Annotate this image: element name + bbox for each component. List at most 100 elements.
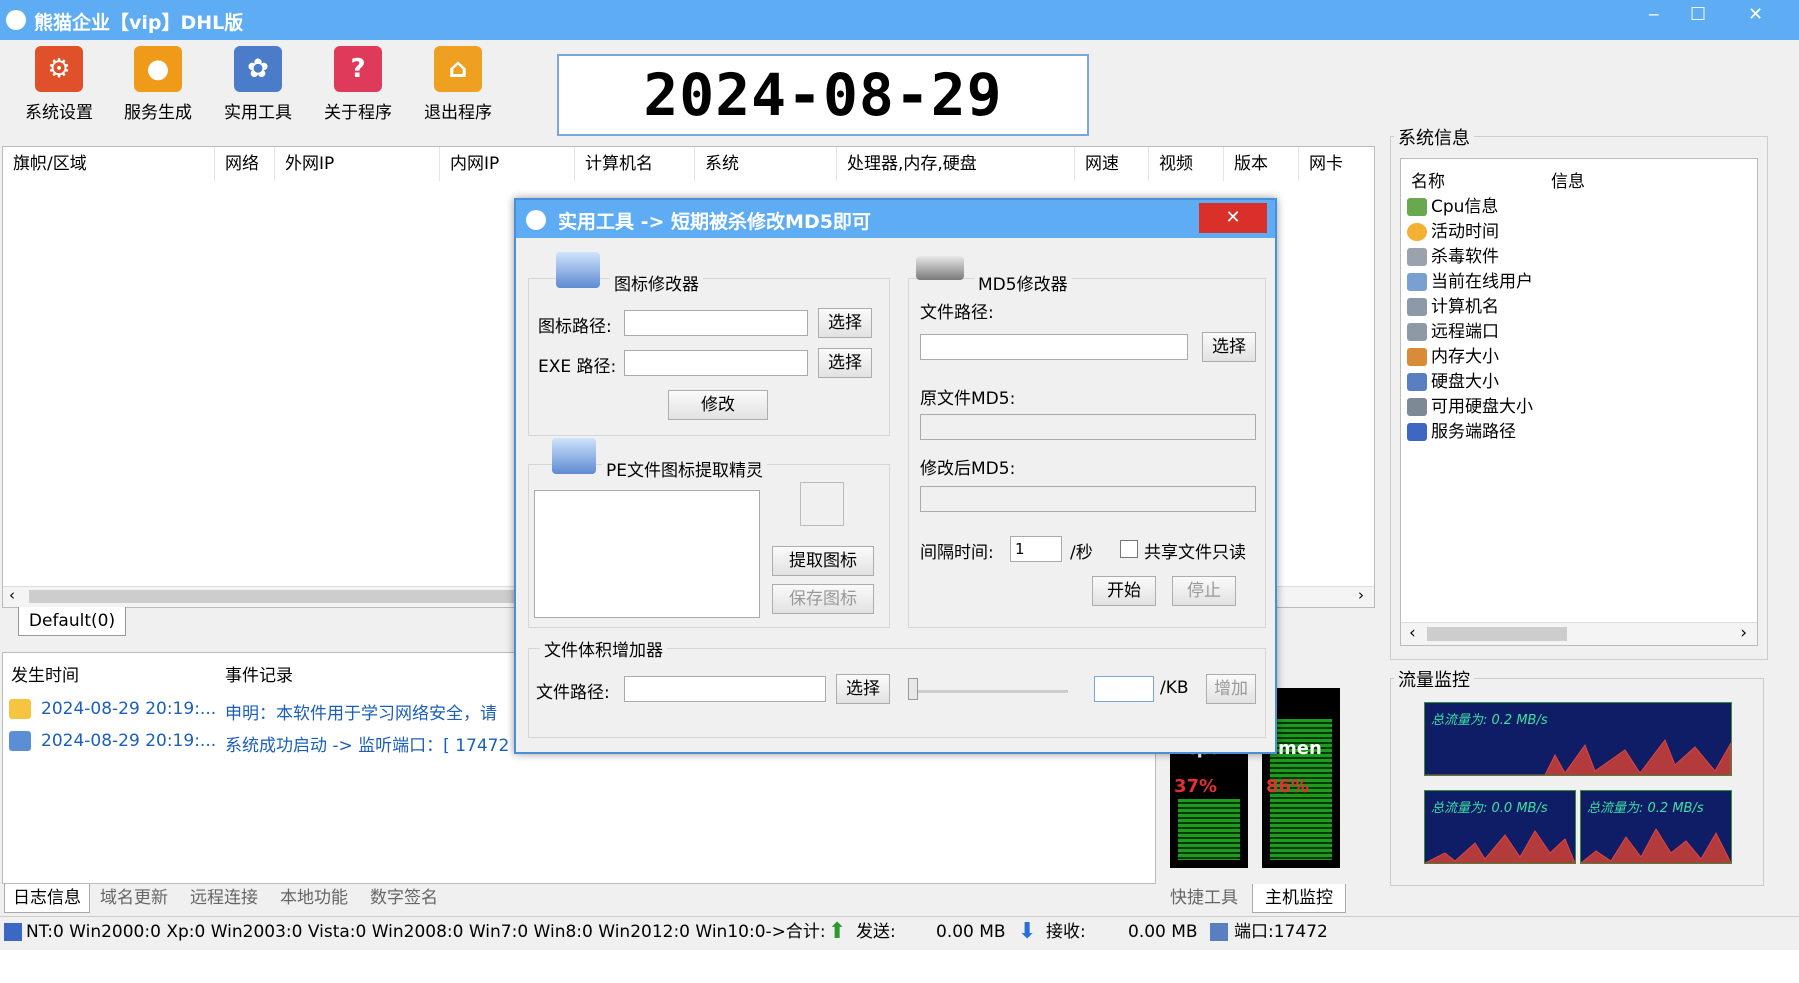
toolbar-label: 系统设置 <box>25 103 93 123</box>
traffic-graph-total: 总流量为: 0.2 MB/s <box>1424 702 1732 776</box>
toolbar-button-about[interactable]: ? 关于程序 <box>313 46 403 123</box>
os-counts: NT:0 Win2000:0 Xp:0 Win2003:0 Vista:0 Wi… <box>26 922 826 942</box>
size-input[interactable] <box>1094 676 1154 702</box>
scroll-left-icon[interactable]: ‹ <box>9 586 15 604</box>
sysinfo-item-label: 当前在线用户 <box>1431 272 1533 292</box>
log-event: 系统成功启动 -> 监听端口：[ 17472 <box>225 736 510 756</box>
column-header[interactable]: 发生时间 <box>11 661 79 686</box>
sysinfo-item[interactable]: 远程端口 <box>1407 320 1499 345</box>
traffic-graph-plot <box>1425 738 1731 775</box>
maximize-button[interactable]: ☐ <box>1690 4 1706 25</box>
close-button[interactable]: ✕ <box>1748 4 1763 25</box>
file-inflater-title: 文件体积增加器 <box>540 636 667 661</box>
clock-icon <box>1407 223 1427 241</box>
inflate-add-button[interactable]: 增加 <box>1206 674 1256 704</box>
pe-icon-list[interactable] <box>534 490 760 618</box>
minimize-button[interactable]: ‒ <box>1648 4 1659 25</box>
size-slider-track[interactable] <box>908 690 1068 693</box>
start-icon <box>9 731 31 751</box>
column-header[interactable]: 内网IP <box>440 147 575 181</box>
toolbar-button-build-server[interactable]: ● 服务生成 <box>113 46 203 123</box>
sysinfo-item[interactable]: 内存大小 <box>1407 345 1499 370</box>
save-icon-button[interactable]: 保存图标 <box>772 584 874 614</box>
dialog-close-button[interactable]: ✕ <box>1199 203 1267 233</box>
tools-dialog: 实用工具 -> 短期被杀修改MD5即可 ✕ 图标修改器 图标路径: 选择 EXE… <box>514 198 1277 754</box>
sysinfo-item[interactable]: 硬盘大小 <box>1407 370 1499 395</box>
traffic-title: 流量监控 <box>1394 666 1474 692</box>
interval-input[interactable]: 1 <box>1010 536 1062 562</box>
size-slider-thumb[interactable] <box>908 678 918 700</box>
extract-icon-button[interactable]: 提取图标 <box>772 546 874 576</box>
computer-icon <box>1407 298 1427 316</box>
column-header[interactable]: 事件记录 <box>225 661 293 686</box>
sysinfo-item[interactable]: Cpu信息 <box>1407 195 1498 220</box>
sysinfo-item-label: 硬盘大小 <box>1431 372 1499 392</box>
column-header[interactable]: 网卡 <box>1299 147 1374 181</box>
column-header[interactable]: 计算机名 <box>575 147 695 181</box>
exe-path-input[interactable] <box>624 350 808 376</box>
md5-select-button[interactable]: 选择 <box>1202 332 1256 362</box>
port-icon <box>1407 323 1427 341</box>
tab-remote-connect[interactable]: 远程连接 <box>190 884 258 912</box>
pe-extractor-icon <box>552 438 596 474</box>
sysinfo-item[interactable]: 服务端路径 <box>1407 420 1516 445</box>
orig-md5-label: 原文件MD5: <box>920 389 1016 409</box>
md5-file-path-label: 文件路径: <box>920 303 994 323</box>
sysinfo-item[interactable]: 活动时间 <box>1407 220 1499 245</box>
column-header[interactable]: 版本 <box>1224 147 1299 181</box>
network-icon <box>1407 398 1427 416</box>
inflater-file-path-input[interactable] <box>624 676 826 702</box>
icon-path-input[interactable] <box>624 310 808 336</box>
share-readonly-label[interactable]: 共享文件只读 <box>1144 538 1246 563</box>
icon-modifier-icon <box>556 252 600 288</box>
toolbar-button-settings[interactable]: ⚙ 系统设置 <box>14 46 104 123</box>
column-header[interactable]: 名称 <box>1411 167 1445 192</box>
tab-local-functions[interactable]: 本地功能 <box>280 884 348 912</box>
scroll-thumb[interactable] <box>1427 627 1567 641</box>
tab-domain-update[interactable]: 域名更新 <box>100 884 168 912</box>
modify-icon-button[interactable]: 修改 <box>668 390 768 420</box>
sysinfo-item[interactable]: 杀毒软件 <box>1407 245 1499 270</box>
column-header[interactable]: 网络 <box>215 147 275 181</box>
tab-default[interactable]: Default(0) <box>18 607 126 636</box>
interval-unit: /秒 <box>1070 543 1093 563</box>
tab-host-monitor[interactable]: 主机监控 <box>1252 884 1346 913</box>
sysinfo-item-label: 可用硬盘大小 <box>1431 397 1533 417</box>
antivirus-icon <box>1407 248 1427 266</box>
start-button[interactable]: 开始 <box>1092 576 1156 606</box>
scroll-right-icon[interactable]: › <box>1740 623 1747 643</box>
toolbar-label: 退出程序 <box>424 103 492 123</box>
column-header[interactable]: 网速 <box>1075 147 1149 181</box>
clock-display: 2024-08-29 20:20:45 <box>557 54 1089 207</box>
traffic-graph-label: 总流量为: 0.2 MB/s <box>1587 801 1704 816</box>
share-readonly-checkbox[interactable] <box>1120 540 1138 558</box>
horizontal-scrollbar[interactable]: ‹ › <box>1401 622 1757 645</box>
sysinfo-item[interactable]: 计算机名 <box>1407 295 1499 320</box>
sysinfo-item-label: 活动时间 <box>1431 222 1499 242</box>
tab-log[interactable]: 日志信息 <box>4 884 90 913</box>
inflater-select-button[interactable]: 选择 <box>836 674 890 704</box>
column-header[interactable]: 旗帜/区域 <box>3 147 215 181</box>
column-header[interactable]: 外网IP <box>275 147 440 181</box>
sysinfo-item[interactable]: 当前在线用户 <box>1407 270 1533 295</box>
md5-file-path-input[interactable] <box>920 334 1188 360</box>
toolbar-button-exit[interactable]: ⌂ 退出程序 <box>413 46 503 123</box>
traffic-graph-plot <box>1581 828 1731 863</box>
sysinfo-list[interactable]: 名称 信息 Cpu信息 活动时间 杀毒软件 当前在线用户 计算机名 远程端口 内… <box>1400 158 1758 646</box>
scroll-right-icon[interactable]: › <box>1358 586 1364 604</box>
column-header[interactable]: 处理器,内存,硬盘 <box>837 147 1075 181</box>
tab-quick-tools[interactable]: 快捷工具 <box>1170 884 1238 912</box>
sysinfo-item-label: 服务端路径 <box>1431 422 1516 442</box>
scroll-thumb[interactable] <box>29 590 529 603</box>
stop-button[interactable]: 停止 <box>1172 576 1236 606</box>
column-header[interactable]: 信息 <box>1551 167 1585 192</box>
exe-path-select-button[interactable]: 选择 <box>818 348 872 378</box>
toolbar-button-tools[interactable]: ✿ 实用工具 <box>213 46 303 123</box>
column-header[interactable]: 视频 <box>1149 147 1224 181</box>
tab-digital-signature[interactable]: 数字签名 <box>370 884 438 912</box>
column-header[interactable]: 系统 <box>695 147 837 181</box>
harddisk-icon <box>1407 373 1427 391</box>
scroll-left-icon[interactable]: ‹ <box>1409 623 1416 643</box>
icon-path-select-button[interactable]: 选择 <box>818 308 872 338</box>
sysinfo-item[interactable]: 可用硬盘大小 <box>1407 395 1533 420</box>
